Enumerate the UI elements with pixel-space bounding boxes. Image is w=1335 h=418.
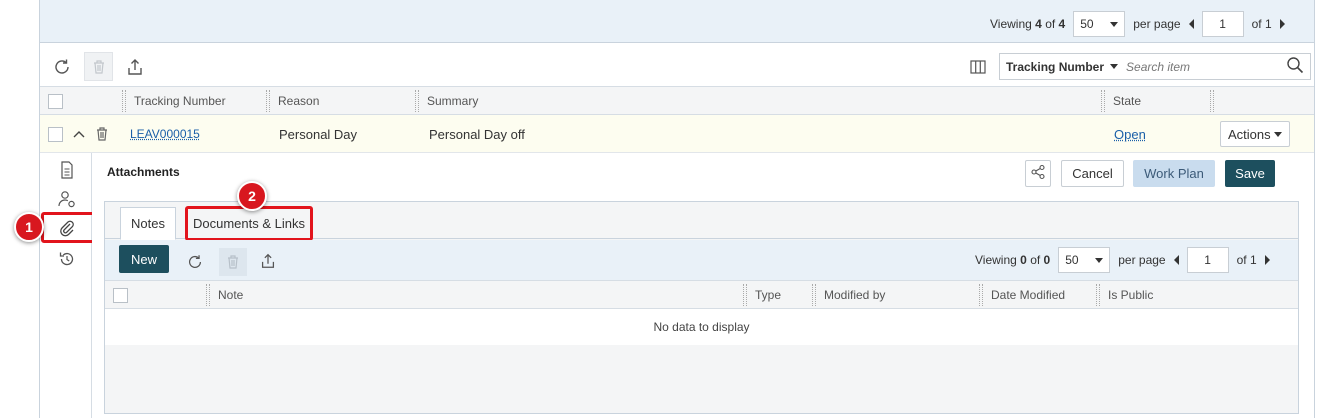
- search-input[interactable]: Search item: [1126, 60, 1286, 74]
- share-icon: [1030, 164, 1046, 183]
- column-header-actions: [1210, 87, 1314, 115]
- per-page-label: per page: [1133, 17, 1181, 31]
- viewing-label: Viewing 0 of 0: [975, 253, 1051, 267]
- select-all-checkbox[interactable]: [113, 287, 128, 303]
- reason-cell: Personal Day: [279, 126, 358, 142]
- paperclip-icon[interactable]: [56, 218, 78, 238]
- top-pager: Viewing 4 of 4 50 per page 1 of 1: [990, 11, 1285, 37]
- export-icon[interactable]: [258, 251, 278, 271]
- page-number-input[interactable]: 1: [1186, 247, 1229, 273]
- user-settings-icon[interactable]: [56, 188, 78, 210]
- column-resize-handle[interactable]: [266, 90, 270, 112]
- callout-badge-1: 1: [14, 212, 44, 242]
- save-button[interactable]: Save: [1225, 160, 1275, 187]
- collapse-icon[interactable]: [72, 115, 86, 153]
- prev-page-icon[interactable]: [1188, 19, 1194, 29]
- share-button[interactable]: [1025, 160, 1051, 187]
- document-icon[interactable]: [57, 160, 77, 180]
- column-resize-handle[interactable]: [1210, 90, 1214, 112]
- per-page-label: per page: [1118, 253, 1166, 267]
- column-resize-handle[interactable]: [415, 90, 419, 112]
- columns-icon[interactable]: [968, 57, 988, 77]
- page-number-input[interactable]: 1: [1201, 11, 1244, 37]
- column-header-tracking-number[interactable]: Tracking Number: [122, 87, 267, 115]
- row-delete-icon[interactable]: [94, 115, 110, 153]
- chevron-down-icon: [1110, 21, 1119, 27]
- column-header-date-modified[interactable]: Date Modified: [979, 281, 1097, 309]
- table-row[interactable]: LEAV000015 Personal Day Personal Day off…: [40, 115, 1314, 153]
- refresh-icon[interactable]: [185, 252, 205, 272]
- notes-pager: Viewing 0 of 0 50 per page 1 of 1: [975, 247, 1270, 273]
- export-icon[interactable]: [123, 55, 147, 79]
- column-header-type[interactable]: Type: [743, 281, 813, 309]
- select-all-checkbox[interactable]: [48, 93, 63, 109]
- new-note-button[interactable]: New: [119, 245, 169, 273]
- prev-page-icon[interactable]: [1173, 255, 1179, 265]
- documents-tab-highlight: [185, 206, 313, 241]
- column-header-is-public[interactable]: Is Public: [1096, 281, 1296, 309]
- total-pages-label: of 1: [1251, 17, 1272, 31]
- chevron-down-icon[interactable]: [1110, 64, 1119, 69]
- callout-badge-2: 2: [237, 181, 267, 211]
- column-resize-handle[interactable]: [1096, 284, 1100, 306]
- empty-state: No data to display: [105, 309, 1298, 345]
- state-link[interactable]: Open: [1114, 127, 1146, 142]
- column-header-state[interactable]: State: [1101, 87, 1211, 115]
- cancel-button[interactable]: Cancel: [1061, 160, 1124, 187]
- delete-icon[interactable]: [84, 52, 113, 81]
- column-resize-handle[interactable]: [122, 90, 126, 112]
- column-header-reason[interactable]: Reason: [266, 87, 416, 115]
- column-header-note[interactable]: Note: [206, 281, 744, 309]
- viewing-label: Viewing 4 of 4: [990, 17, 1066, 31]
- grid-header: Tracking Number Reason Summary State: [40, 87, 1314, 115]
- section-title: Attachments: [107, 165, 180, 179]
- page-size-select[interactable]: 50: [1058, 247, 1111, 273]
- total-pages-label: of 1: [1236, 253, 1257, 267]
- search-box: Tracking Number Search item: [999, 53, 1311, 80]
- work-plan-button[interactable]: Work Plan: [1133, 160, 1215, 187]
- column-resize-handle[interactable]: [206, 284, 210, 306]
- column-resize-handle[interactable]: [812, 284, 816, 306]
- summary-cell: Personal Day off: [429, 126, 525, 142]
- column-header-modified-by[interactable]: Modified by: [812, 281, 980, 309]
- next-page-icon[interactable]: [1279, 19, 1285, 29]
- notes-grid-header: Note Type Modified by Date Modified Is P…: [105, 280, 1298, 309]
- column-resize-handle[interactable]: [979, 284, 983, 306]
- column-resize-handle[interactable]: [743, 284, 747, 306]
- page-size-select[interactable]: 50: [1073, 11, 1126, 37]
- column-resize-handle[interactable]: [1101, 90, 1105, 112]
- chevron-down-icon: [1095, 257, 1104, 263]
- delete-icon[interactable]: [219, 248, 247, 276]
- row-checkbox[interactable]: [48, 126, 63, 142]
- tracking-number-link[interactable]: LEAV000015: [130, 127, 200, 141]
- search-field-select[interactable]: Tracking Number: [1006, 60, 1104, 74]
- column-header-summary[interactable]: Summary: [415, 87, 1102, 115]
- refresh-icon[interactable]: [50, 55, 74, 79]
- history-icon[interactable]: [56, 249, 78, 269]
- search-icon[interactable]: [1286, 56, 1304, 77]
- tab-notes[interactable]: Notes: [120, 207, 176, 240]
- actions-dropdown[interactable]: Actions: [1220, 121, 1290, 147]
- chevron-down-icon: [1274, 131, 1282, 137]
- next-page-icon[interactable]: [1264, 255, 1270, 265]
